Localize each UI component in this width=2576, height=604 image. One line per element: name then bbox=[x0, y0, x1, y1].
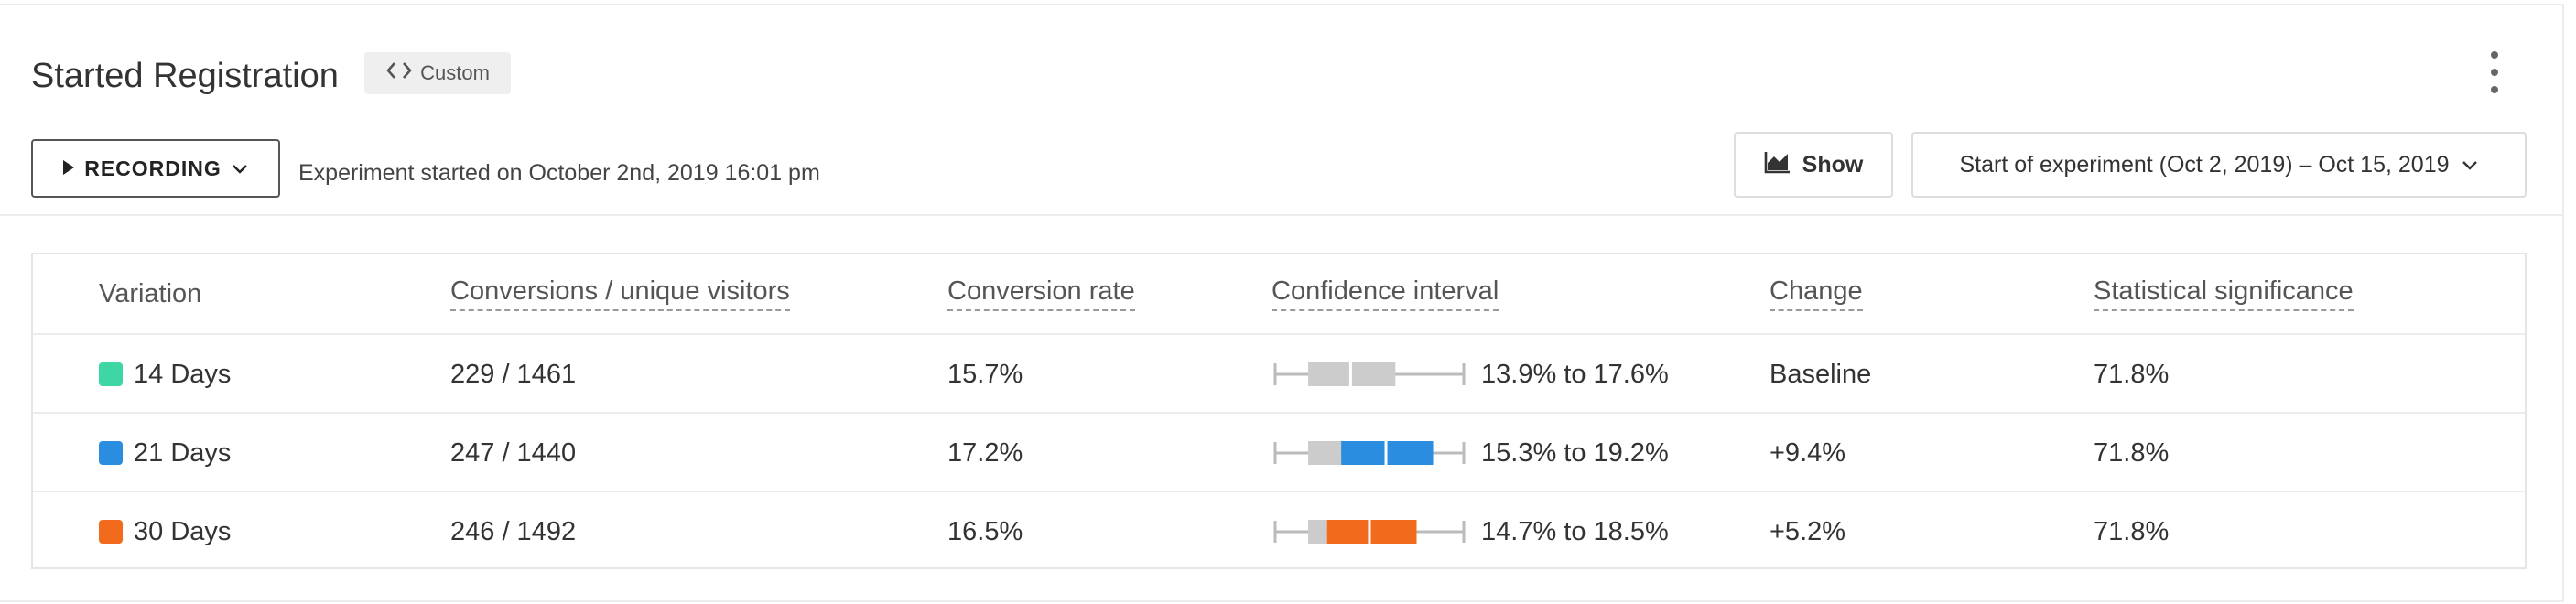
experiment-card: Started Registration Custom RECORDING Ex… bbox=[0, 4, 2564, 602]
significance-cell: 71.8% bbox=[2094, 437, 2170, 468]
column-header-conversions[interactable]: Conversions / unique visitors bbox=[450, 276, 790, 311]
variation-color-swatch bbox=[99, 362, 123, 386]
area-chart-icon bbox=[1764, 150, 1791, 180]
column-header-confidence-interval[interactable]: Confidence interval bbox=[1272, 276, 1499, 311]
table-header-row: Variation Conversions / unique visitors … bbox=[33, 254, 2525, 333]
table-row: 30 Days 246 / 1492 16.5% 14.7% to 18.5% … bbox=[33, 491, 2525, 569]
more-options-icon[interactable] bbox=[2481, 48, 2508, 97]
confidence-interval-bar bbox=[1273, 362, 1466, 386]
recording-dropdown-button[interactable]: RECORDING bbox=[31, 139, 280, 198]
change-cell: +9.4% bbox=[1770, 437, 1846, 468]
baseline-interval bbox=[1308, 520, 1327, 544]
confidence-interval-text: 14.7% to 18.5% bbox=[1481, 516, 1669, 546]
variation-name: 14 Days bbox=[134, 359, 232, 389]
confidence-interval-bar bbox=[1273, 441, 1466, 465]
date-range-label: Start of experiment (Oct 2, 2019) – Oct … bbox=[1959, 151, 2450, 178]
date-range-dropdown[interactable]: Start of experiment (Oct 2, 2019) – Oct … bbox=[1911, 132, 2527, 198]
header-divider bbox=[0, 214, 2564, 216]
column-header-variation: Variation bbox=[99, 278, 202, 308]
conversion-rate-cell: 17.2% bbox=[947, 437, 1023, 468]
significance-cell: 71.8% bbox=[2094, 516, 2170, 546]
table-row: 14 Days 229 / 1461 15.7% 13.9% to 17.6% … bbox=[33, 333, 2525, 412]
conversion-rate-cell: 16.5% bbox=[947, 516, 1023, 546]
confidence-interval-text: 15.3% to 19.2% bbox=[1481, 437, 1669, 468]
confidence-interval-text: 13.9% to 17.6% bbox=[1481, 359, 1669, 389]
variant-interval bbox=[1326, 520, 1417, 544]
significance-cell: 71.8% bbox=[2094, 359, 2170, 389]
confidence-interval-bar bbox=[1273, 520, 1466, 544]
conversions-cell: 229 / 1461 bbox=[450, 359, 577, 389]
table-row: 21 Days 247 / 1440 17.2% 15.3% to 19.2% … bbox=[33, 412, 2525, 491]
card-title: Started Registration bbox=[31, 57, 339, 95]
custom-badge: Custom bbox=[364, 52, 511, 94]
custom-label: Custom bbox=[420, 61, 490, 84]
conversions-cell: 246 / 1492 bbox=[450, 516, 577, 546]
variation-color-swatch bbox=[99, 520, 123, 544]
experiment-started-text: Experiment started on October 2nd, 2019 … bbox=[298, 160, 820, 186]
variation-name: 21 Days bbox=[134, 437, 232, 468]
chevron-down-icon bbox=[2461, 152, 2479, 178]
change-cell: Baseline bbox=[1770, 359, 1872, 389]
recording-label: RECORDING bbox=[84, 156, 222, 180]
chevron-down-icon bbox=[231, 156, 249, 181]
change-cell: +5.2% bbox=[1770, 516, 1846, 546]
show-label: Show bbox=[1802, 151, 1864, 178]
show-chart-button[interactable]: Show bbox=[1734, 132, 1893, 198]
results-table: Variation Conversions / unique visitors … bbox=[31, 253, 2527, 569]
variation-color-swatch bbox=[99, 441, 123, 465]
column-header-significance[interactable]: Statistical significance bbox=[2094, 276, 2354, 311]
variation-name: 30 Days bbox=[134, 516, 232, 546]
baseline-interval bbox=[1308, 441, 1342, 465]
column-header-conversion-rate[interactable]: Conversion rate bbox=[947, 276, 1135, 311]
column-header-change[interactable]: Change bbox=[1770, 276, 1863, 311]
conversions-cell: 247 / 1440 bbox=[450, 437, 577, 468]
code-icon bbox=[385, 60, 413, 86]
play-icon bbox=[62, 156, 75, 181]
conversion-rate-cell: 15.7% bbox=[947, 359, 1023, 389]
